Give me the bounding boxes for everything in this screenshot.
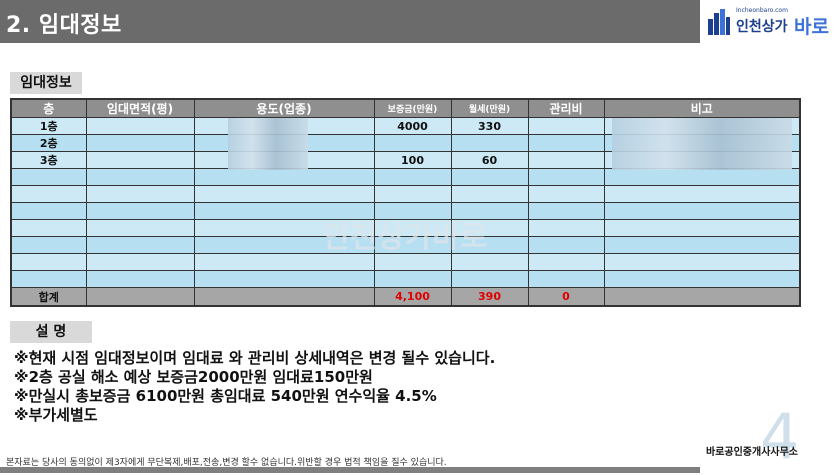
- table-cell: [603, 168, 801, 186]
- redacted-remarks-area: [612, 118, 792, 170]
- total-rent: 390: [450, 287, 529, 307]
- table-row: [10, 253, 801, 271]
- table-cell: [603, 185, 801, 203]
- table-cell: [450, 168, 529, 186]
- col-header-deposit: 보증금(만원): [373, 98, 452, 118]
- table-cell: [527, 117, 605, 135]
- table-row: [10, 185, 801, 203]
- table-total-row: 합계 4,100 390 0: [10, 287, 801, 307]
- table-cell: [10, 253, 87, 271]
- table-cell: [85, 185, 195, 203]
- building-icon: [708, 9, 730, 35]
- table-cell: [450, 134, 529, 152]
- table-cell: [85, 134, 195, 152]
- table-cell: [450, 270, 529, 288]
- table-cell: [373, 270, 452, 288]
- table-cell: [527, 253, 605, 271]
- logo-watermark: 인천상가바로: [322, 220, 488, 255]
- table-cell: [527, 202, 605, 220]
- col-header-fee: 관리비: [527, 98, 605, 118]
- table-cell: [373, 134, 452, 152]
- table-cell: [527, 219, 605, 237]
- note-item: ※2층 공실 해소 예상 보증금2000만원 임대료150만원: [14, 368, 373, 386]
- table-cell: [193, 270, 375, 288]
- table-cell: [193, 253, 375, 271]
- table-cell: 1층: [10, 117, 87, 135]
- col-header-rent: 월세(만원): [450, 98, 529, 118]
- col-header-remarks: 비고: [603, 98, 801, 118]
- table-cell: 2층: [10, 134, 87, 152]
- table-header-row: 층 임대면적(평) 용도(업종) 보증금(만원) 월세(만원) 관리비 비고: [10, 98, 801, 118]
- table-cell: [10, 202, 87, 220]
- table-cell: [85, 168, 195, 186]
- table-cell: [85, 202, 195, 220]
- table-cell: [603, 236, 801, 254]
- table-cell: [527, 151, 605, 169]
- table-cell: [603, 202, 801, 220]
- col-header-floor: 층: [10, 98, 87, 118]
- table-cell: [527, 270, 605, 288]
- table-cell: [373, 168, 452, 186]
- rental-section-label: 임대정보: [10, 72, 82, 94]
- table-cell: [603, 253, 801, 271]
- table-cell: [527, 134, 605, 152]
- table-cell: [527, 236, 605, 254]
- table-cell: [603, 219, 801, 237]
- table-cell: [85, 117, 195, 135]
- table-cell: [85, 236, 195, 254]
- logo-name-part2: 바로: [794, 16, 829, 38]
- total-label: 합계: [10, 287, 87, 307]
- table-cell: 100: [373, 151, 452, 169]
- page-title: 2. 임대정보: [6, 13, 122, 38]
- table-cell: [10, 236, 87, 254]
- table-cell: [10, 185, 87, 203]
- table-cell: [450, 253, 529, 271]
- total-deposit: 4,100: [373, 287, 452, 307]
- table-row: [10, 270, 801, 288]
- table-cell: [527, 185, 605, 203]
- table-cell: [373, 185, 452, 203]
- table-cell: [10, 168, 87, 186]
- table-cell: [373, 253, 452, 271]
- table-cell: 3층: [10, 151, 87, 169]
- table-cell: [85, 219, 195, 237]
- note-item: ※현재 시점 임대정보이며 임대료 와 관리비 상세내역은 변경 될수 있습니다…: [14, 349, 496, 367]
- table-cell: [193, 185, 375, 203]
- note-item: ※부가세별도: [14, 406, 98, 424]
- company-logo: Incheonbaro.com 인천상가 바로: [706, 5, 836, 41]
- col-header-use: 용도(업종): [193, 98, 375, 118]
- logo-name-part1: 인천상가: [736, 19, 788, 35]
- table-cell: [603, 270, 801, 288]
- notes-list: ※현재 시점 임대정보이며 임대료 와 관리비 상세내역은 변경 될수 있습니다…: [14, 349, 495, 425]
- table-row: [10, 168, 801, 186]
- table-cell: [450, 185, 529, 203]
- footer-bar: [0, 467, 700, 473]
- table-cell: [85, 151, 195, 169]
- total-fee: 0: [527, 287, 605, 307]
- redacted-use-area: [228, 118, 308, 170]
- total-area: [85, 287, 195, 307]
- table-cell: [85, 253, 195, 271]
- table-cell: [10, 270, 87, 288]
- note-item: ※만실시 총보증금 6100만원 총임대료 540만원 연수익율 4.5%: [14, 387, 437, 405]
- logo-url: Incheonbaro.com: [736, 7, 788, 14]
- table-cell: 60: [450, 151, 529, 169]
- total-use: [193, 287, 375, 307]
- table-cell: [10, 219, 87, 237]
- table-cell: 4000: [373, 117, 452, 135]
- total-remarks: [603, 287, 801, 307]
- notes-section-label: 설 명: [10, 321, 92, 343]
- table-cell: [85, 270, 195, 288]
- col-header-area: 임대면적(평): [85, 98, 195, 118]
- page-header: 2. 임대정보: [0, 0, 700, 43]
- table-cell: [527, 168, 605, 186]
- table-cell: [193, 168, 375, 186]
- table-cell: 330: [450, 117, 529, 135]
